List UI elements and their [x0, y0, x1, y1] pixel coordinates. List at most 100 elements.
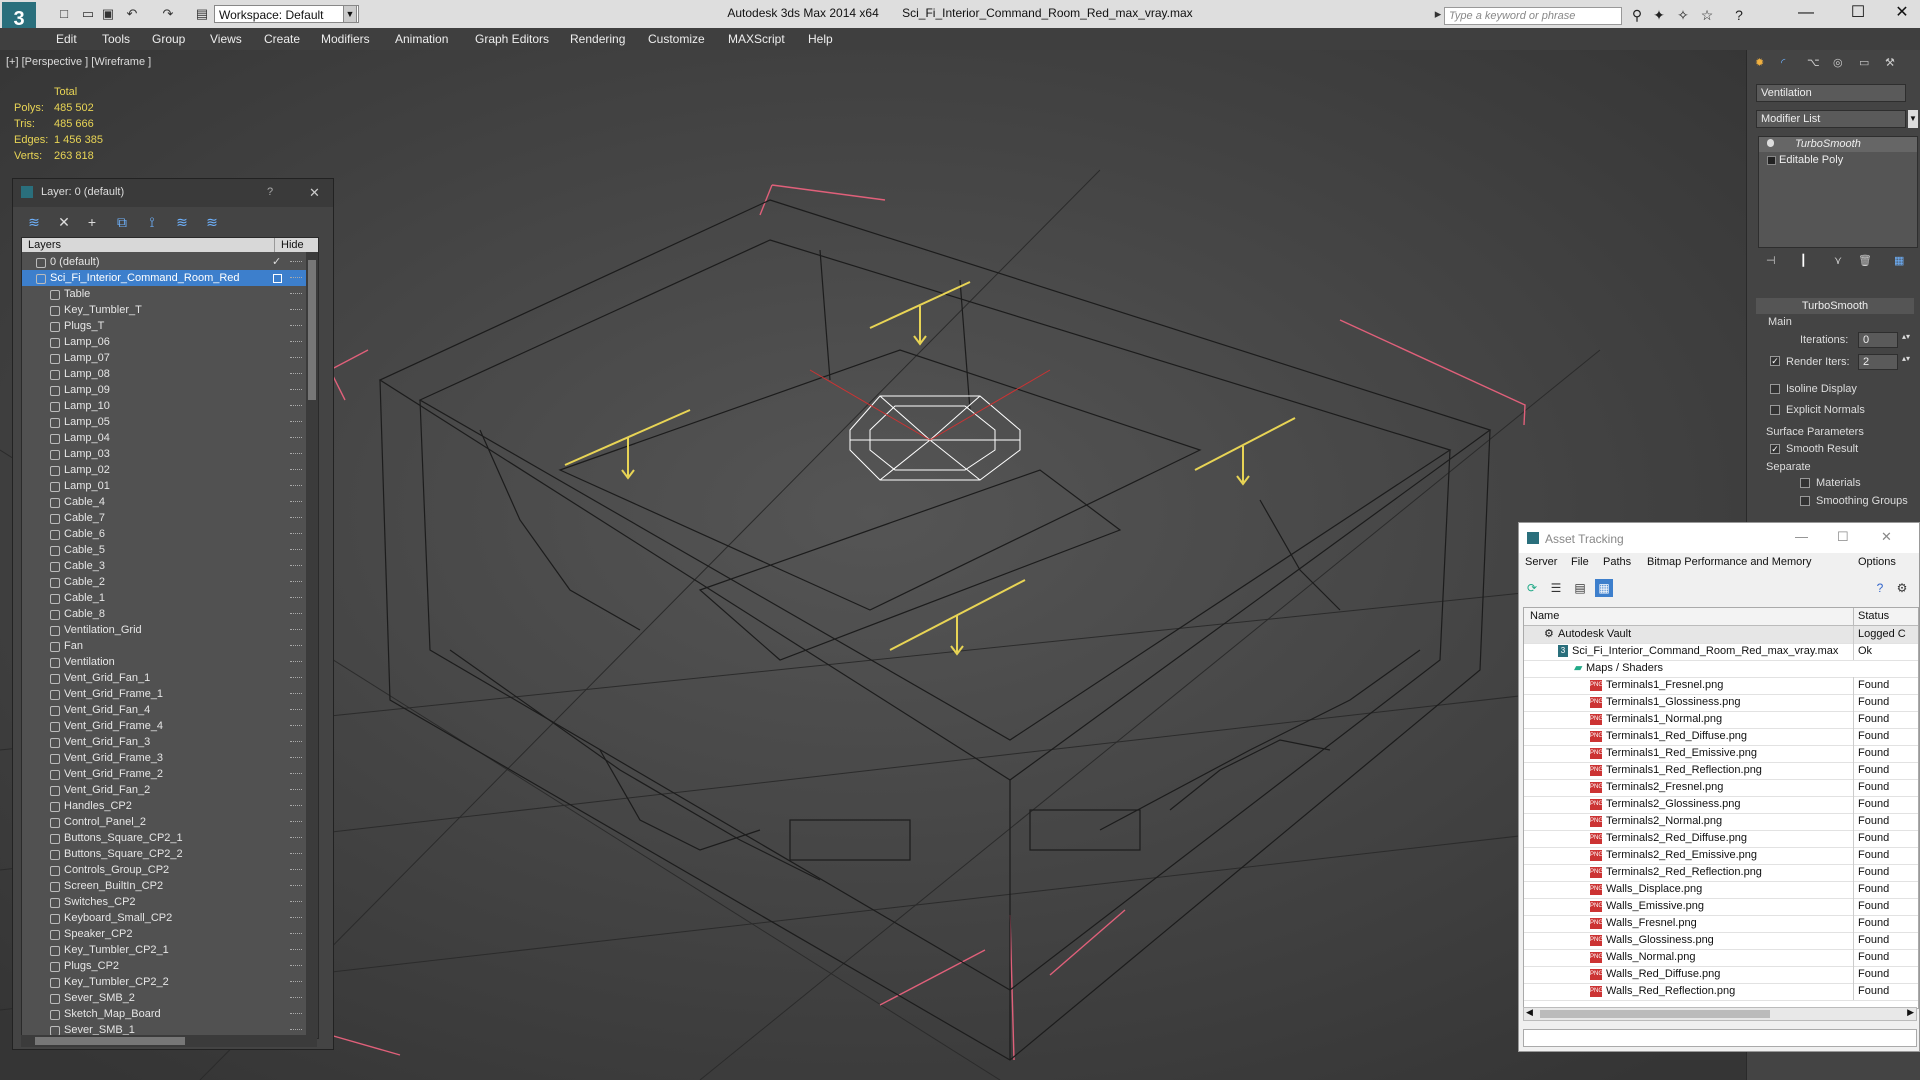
pin-stack-icon[interactable]: ⊣: [1766, 254, 1776, 267]
project-folder-icon[interactable]: ▤: [194, 6, 210, 22]
chevron-down-icon[interactable]: ▼: [343, 5, 357, 23]
render-iters-checkbox[interactable]: ✓: [1770, 356, 1780, 366]
layer-row[interactable]: Key_Tumbler_CP2_2: [22, 974, 312, 990]
layer-row[interactable]: Plugs_CP2: [22, 958, 312, 974]
hide-toggle[interactable]: [290, 677, 302, 679]
hide-toggle[interactable]: [290, 613, 302, 615]
layer-scrollbar[interactable]: [306, 252, 318, 1038]
layer-row[interactable]: Plugs_T: [22, 318, 312, 334]
help-button[interactable]: ?: [267, 186, 273, 198]
menu-tools[interactable]: Tools: [102, 32, 130, 46]
hide-toggle[interactable]: [290, 517, 302, 519]
asset-row-map[interactable]: PNG Walls_Normal.png Found: [1524, 949, 1918, 967]
asset-row-map[interactable]: PNG Terminals2_Normal.png Found: [1524, 813, 1918, 831]
layer-row[interactable]: Cable_3: [22, 558, 312, 574]
asset-row-scene-file[interactable]: 3 Sci_Fi_Interior_Command_Room_Red_max_v…: [1524, 643, 1918, 661]
explicit-normals-checkbox[interactable]: [1770, 405, 1780, 415]
asset-path-field[interactable]: [1523, 1029, 1917, 1047]
hide-toggle[interactable]: [290, 325, 302, 327]
hscroll-thumb[interactable]: [35, 1037, 185, 1045]
layer-row[interactable]: Lamp_03: [22, 446, 312, 462]
asset-row-map[interactable]: PNG Walls_Displace.png Found: [1524, 881, 1918, 899]
hide-toggle[interactable]: [290, 373, 302, 375]
hide-toggle[interactable]: [290, 501, 302, 503]
layer-row[interactable]: Fan: [22, 638, 312, 654]
layer-row[interactable]: Key_Tumbler_CP2_1: [22, 942, 312, 958]
hide-toggle[interactable]: [290, 805, 302, 807]
layer-panel-header[interactable]: Layer: 0 (default) ? ✕: [13, 179, 333, 207]
highlight-layer-icon[interactable]: ⟟: [143, 213, 161, 231]
hide-toggle[interactable]: [290, 949, 302, 951]
search-input[interactable]: Type a keyword or phrase: [1444, 7, 1622, 25]
new-file-icon[interactable]: □: [56, 6, 72, 22]
layer-row[interactable]: Lamp_09: [22, 382, 312, 398]
scroll-left-icon[interactable]: ◀: [1526, 1007, 1533, 1018]
hide-toggle[interactable]: [290, 661, 302, 663]
asset-menu-file[interactable]: File: [1571, 556, 1589, 568]
menu-modifiers[interactable]: Modifiers: [321, 32, 370, 46]
col-name-header[interactable]: Name: [1530, 610, 1559, 622]
configure-modifier-sets-icon[interactable]: ▦: [1894, 254, 1904, 267]
layer-row[interactable]: Sci_Fi_Interior_Command_Room_Red: [22, 270, 312, 286]
layer-row[interactable]: Buttons_Square_CP2_1: [22, 830, 312, 846]
minimize-button[interactable]: —: [1784, 2, 1828, 24]
communication-icon[interactable]: ✧: [1674, 6, 1692, 24]
layer-row[interactable]: Table: [22, 286, 312, 302]
hide-all-icon[interactable]: ≋: [173, 213, 191, 231]
layer-row[interactable]: Speaker_CP2: [22, 926, 312, 942]
chevron-down-icon[interactable]: ▼: [1908, 110, 1918, 128]
table-view-icon[interactable]: ▤: [1571, 579, 1589, 597]
menu-rendering[interactable]: Rendering: [570, 32, 625, 46]
hide-toggle[interactable]: [290, 629, 302, 631]
layer-row[interactable]: Vent_Grid_Frame_4: [22, 718, 312, 734]
hide-toggle[interactable]: [290, 437, 302, 439]
asset-row-map[interactable]: PNG Terminals2_Fresnel.png Found: [1524, 779, 1918, 797]
freeze-all-icon[interactable]: ≋: [203, 213, 221, 231]
add-to-layer-icon[interactable]: +: [83, 213, 101, 231]
hide-toggle[interactable]: [290, 261, 302, 263]
menu-edit[interactable]: Edit: [56, 32, 77, 46]
hide-toggle[interactable]: [290, 981, 302, 983]
asset-row-map[interactable]: PNG Terminals1_Normal.png Found: [1524, 711, 1918, 729]
object-name-field[interactable]: Ventilation: [1756, 84, 1906, 102]
grid-view-icon[interactable]: ▦: [1595, 579, 1613, 597]
asset-row-map[interactable]: PNG Walls_Red_Diffuse.png Found: [1524, 966, 1918, 984]
list-view-icon[interactable]: ☰: [1547, 579, 1565, 597]
show-end-result-icon[interactable]: ┃: [1800, 254, 1807, 267]
hide-toggle[interactable]: [290, 1029, 302, 1031]
asset-row-map[interactable]: PNG Terminals1_Fresnel.png Found: [1524, 677, 1918, 695]
viewport-label[interactable]: [+] [Perspective ] [Wireframe ]: [6, 56, 151, 68]
layer-row[interactable]: Vent_Grid_Fan_1: [22, 670, 312, 686]
smooth-result-checkbox[interactable]: ✓: [1770, 444, 1780, 454]
turbosmooth-rollout-header[interactable]: TurboSmooth: [1756, 298, 1914, 314]
hide-toggle[interactable]: [290, 469, 302, 471]
favorites-star-icon[interactable]: ☆: [1698, 6, 1716, 24]
delete-layer-icon[interactable]: ✕: [55, 213, 73, 231]
hide-toggle[interactable]: [290, 533, 302, 535]
hide-toggle[interactable]: [290, 341, 302, 343]
hide-toggle[interactable]: [290, 453, 302, 455]
hide-toggle[interactable]: [290, 821, 302, 823]
hide-toggle[interactable]: [290, 549, 302, 551]
iterations-spinner[interactable]: 0: [1858, 332, 1898, 348]
layer-row[interactable]: Cable_6: [22, 526, 312, 542]
asset-row-map[interactable]: PNG Walls_Glossiness.png Found: [1524, 932, 1918, 950]
help-icon[interactable]: ?: [1730, 6, 1748, 24]
hide-toggle[interactable]: [290, 389, 302, 391]
options-icon[interactable]: ⚙: [1893, 579, 1911, 597]
menu-views[interactable]: Views: [210, 32, 242, 46]
hide-toggle[interactable]: [290, 405, 302, 407]
layer-row[interactable]: Lamp_01: [22, 478, 312, 494]
hide-toggle[interactable]: [290, 693, 302, 695]
layer-row[interactable]: Cable_8: [22, 606, 312, 622]
menu-create[interactable]: Create: [264, 32, 300, 46]
layer-row[interactable]: Cable_2: [22, 574, 312, 590]
layer-row[interactable]: Lamp_02: [22, 462, 312, 478]
menu-help[interactable]: Help: [808, 32, 833, 46]
menu-animation[interactable]: Animation: [395, 32, 448, 46]
asset-row-map[interactable]: PNG Walls_Emissive.png Found: [1524, 898, 1918, 916]
hide-toggle[interactable]: [290, 757, 302, 759]
layer-row[interactable]: Key_Tumbler_T: [22, 302, 312, 318]
hide-toggle[interactable]: [290, 645, 302, 647]
asset-row-map[interactable]: PNG Terminals1_Glossiness.png Found: [1524, 694, 1918, 712]
